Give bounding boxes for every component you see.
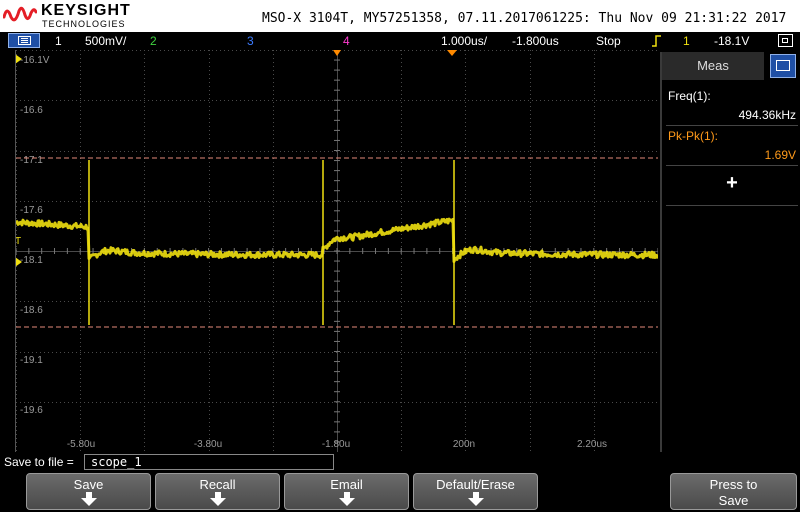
- down-arrow-icon: [209, 492, 226, 506]
- down-arrow-icon: [467, 492, 484, 506]
- brand-subtitle: TECHNOLOGIES: [42, 19, 126, 29]
- down-arrow-icon: [80, 492, 97, 506]
- email-softkey[interactable]: Email: [284, 473, 409, 510]
- trigger-level[interactable]: -18.1V: [714, 34, 749, 48]
- run-state: Stop: [596, 34, 621, 48]
- x-axis-label: -1.80u: [322, 439, 350, 450]
- trigger-edge-icon: [652, 35, 661, 47]
- default-erase-softkey[interactable]: Default/Erase: [413, 473, 538, 510]
- x-axis-label: -5.80u: [67, 439, 95, 450]
- instrument-title: MSO-X 3104T, MY57251358, 07.11.201706122…: [262, 11, 787, 26]
- window-icon: [776, 60, 790, 71]
- press-to-save-line1: Press to: [709, 477, 758, 492]
- meas-divider: [666, 125, 798, 126]
- y-axis-label: -17.6: [20, 205, 43, 216]
- file-bar: Save to file = scope_1: [0, 452, 800, 472]
- brand-name: KEYSIGHT: [41, 2, 131, 19]
- save-softkey[interactable]: Save: [26, 473, 151, 510]
- press-to-save-softkey[interactable]: Press to Save: [670, 473, 797, 510]
- meas-pkpk-label: Pk-Pk(1):: [668, 129, 719, 143]
- menu-icon: [18, 36, 31, 45]
- default-erase-softkey-label: Default/Erase: [436, 477, 515, 492]
- timebase-scale[interactable]: 1.000us/: [441, 34, 487, 48]
- recall-softkey[interactable]: Recall: [155, 473, 280, 510]
- x-axis-label: 200n: [453, 439, 475, 450]
- channel1-scale[interactable]: 500mV/: [85, 34, 126, 48]
- window-menu-button[interactable]: [778, 34, 793, 47]
- meas-divider: [666, 205, 798, 206]
- press-to-save-line2: Save: [718, 493, 749, 508]
- main-menu-button[interactable]: [8, 33, 40, 48]
- y-axis-label: -16.1V: [20, 55, 50, 66]
- y-axis-label: -19.1: [20, 355, 43, 366]
- meas-freq-label: Freq(1):: [668, 89, 711, 103]
- delay-marker: [447, 50, 457, 56]
- meas-tab[interactable]: Meas: [662, 52, 764, 80]
- x-axis-label: 2.20us: [577, 439, 607, 450]
- meas-freq-value: 494.36kHz: [738, 108, 796, 122]
- softkey-bar: Save Recall Email Default/Erase Press to…: [0, 472, 800, 512]
- y-axis-label: -18.1: [20, 255, 43, 266]
- channel2-number[interactable]: 2: [150, 34, 157, 48]
- email-softkey-label: Email: [330, 477, 363, 492]
- y-axis-label: -16.6: [20, 105, 43, 116]
- waveform-graticule: -16.1V -16.6 -17.1 -17.6 -18.1 -18.6 -19.1 -19.…: [15, 49, 660, 453]
- timebase-delay[interactable]: -1.800us: [512, 34, 559, 48]
- add-measurement-button[interactable]: +: [722, 173, 742, 193]
- y-axis-label: -17.1: [20, 155, 43, 166]
- trigger-position-marker: [333, 50, 341, 56]
- recall-softkey-label: Recall: [199, 477, 236, 492]
- trigger-level-marker: T: [16, 236, 21, 247]
- measurement-panel: Meas Freq(1): 494.36kHz Pk-Pk(1): 1.69V …: [660, 52, 800, 452]
- waveform-display[interactable]: -16.1V -16.6 -17.1 -17.6 -18.1 -18.6 -19.1 -19.…: [15, 49, 660, 453]
- window-icon: [782, 38, 788, 43]
- y-axis-label: -18.6: [20, 305, 43, 316]
- trigger-channel[interactable]: 1: [683, 34, 690, 48]
- file-name-input[interactable]: scope_1: [84, 454, 334, 470]
- meas-divider: [666, 165, 798, 166]
- meas-menu-button[interactable]: [770, 54, 796, 78]
- channel1-number[interactable]: 1: [55, 34, 62, 48]
- status-bar: 1 500mV/ 2 3 4 1.000us/ -1.800us Stop 1 …: [0, 32, 800, 50]
- meas-pkpk-value: 1.69V: [764, 148, 796, 162]
- down-arrow-icon: [338, 492, 355, 506]
- channel3-number[interactable]: 3: [247, 34, 254, 48]
- channel4-number[interactable]: 4: [343, 34, 350, 48]
- keysight-logo-icon: [3, 6, 37, 22]
- save-softkey-label: Save: [73, 477, 104, 492]
- x-axis-label: -3.80u: [194, 439, 222, 450]
- save-to-file-label: Save to file =: [4, 455, 74, 469]
- header-bar: KEYSIGHT TECHNOLOGIES MSO-X 3104T, MY572…: [0, 0, 800, 32]
- y-axis-label: -19.6: [20, 405, 43, 416]
